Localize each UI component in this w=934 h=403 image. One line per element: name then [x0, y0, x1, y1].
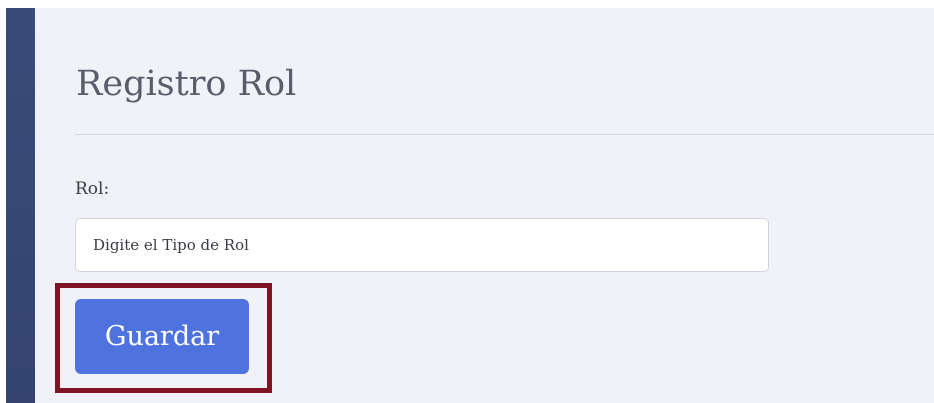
- app-window: Registro Rol Rol: Guardar: [0, 0, 934, 403]
- save-button[interactable]: Guardar: [75, 299, 249, 374]
- role-input[interactable]: [75, 218, 769, 272]
- title-divider: [75, 134, 934, 135]
- role-label: Rol:: [75, 179, 110, 199]
- page-title: Registro Rol: [76, 64, 297, 104]
- sidebar: [6, 8, 35, 403]
- main-content: Registro Rol Rol: Guardar: [35, 8, 934, 403]
